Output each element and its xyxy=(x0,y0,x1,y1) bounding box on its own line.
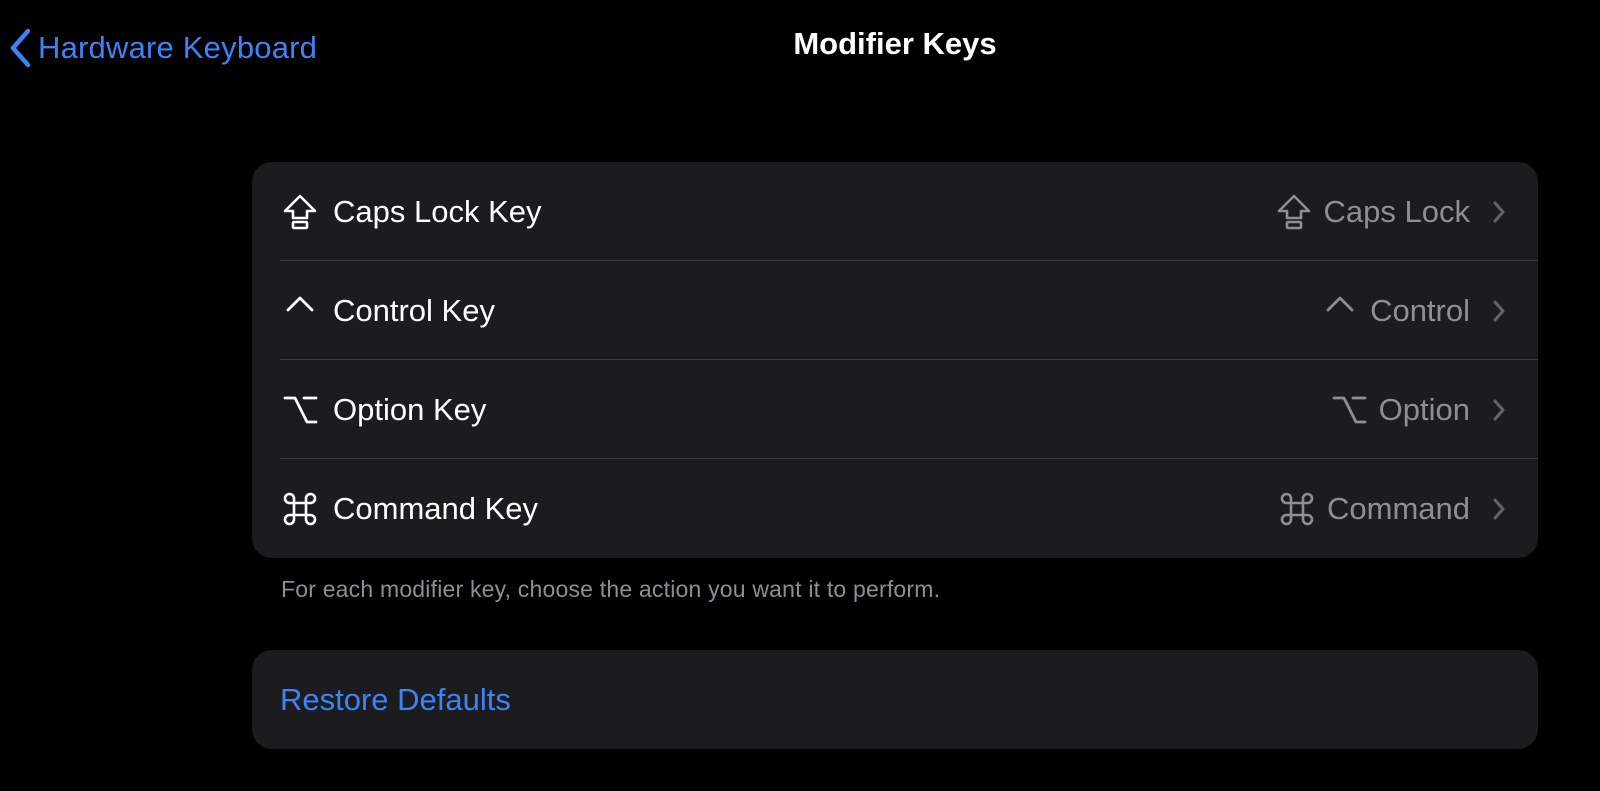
chevron-right-icon xyxy=(1492,198,1510,226)
caps-lock-icon xyxy=(1274,192,1314,232)
page-title: Modifier Keys xyxy=(793,26,997,61)
row-value-label: Command xyxy=(1327,490,1470,526)
command-icon xyxy=(1277,489,1317,529)
control-icon xyxy=(280,291,320,331)
row-value: Option xyxy=(1329,390,1510,430)
row-value: Caps Lock xyxy=(1274,192,1510,232)
modifier-keys-list: Caps Lock Key Caps Lock Control Key Cont… xyxy=(252,162,1538,558)
row-label: Command Key xyxy=(333,490,539,526)
row-label: Option Key xyxy=(333,391,487,427)
row-value: Command xyxy=(1277,489,1510,529)
restore-defaults-group: Restore Defaults xyxy=(252,650,1538,749)
row-value-label: Caps Lock xyxy=(1323,193,1470,229)
modifier-keys-screen: Hardware Keyboard Modifier Keys Caps Loc… xyxy=(0,0,1600,791)
row-label: Caps Lock Key xyxy=(333,193,542,229)
row-option-key[interactable]: Option Key Option xyxy=(252,360,1538,459)
restore-defaults-button[interactable]: Restore Defaults xyxy=(252,650,1538,749)
chevron-right-icon xyxy=(1492,495,1510,523)
row-label: Control Key xyxy=(333,292,495,328)
option-icon xyxy=(280,390,320,430)
chevron-right-icon xyxy=(1492,297,1510,325)
row-value-label: Control xyxy=(1370,292,1470,328)
footer-note: For each modifier key, choose the action… xyxy=(281,576,941,602)
row-caps-lock-key[interactable]: Caps Lock Key Caps Lock xyxy=(252,162,1538,261)
caps-lock-icon xyxy=(280,192,320,232)
row-control-key[interactable]: Control Key Control xyxy=(252,261,1538,360)
command-icon xyxy=(280,489,320,529)
chevron-right-icon xyxy=(1492,396,1510,424)
row-value: Control xyxy=(1320,291,1510,331)
control-icon xyxy=(1320,291,1360,331)
option-icon xyxy=(1329,390,1369,430)
row-command-key[interactable]: Command Key Command xyxy=(252,459,1538,558)
row-value-label: Option xyxy=(1378,391,1470,427)
